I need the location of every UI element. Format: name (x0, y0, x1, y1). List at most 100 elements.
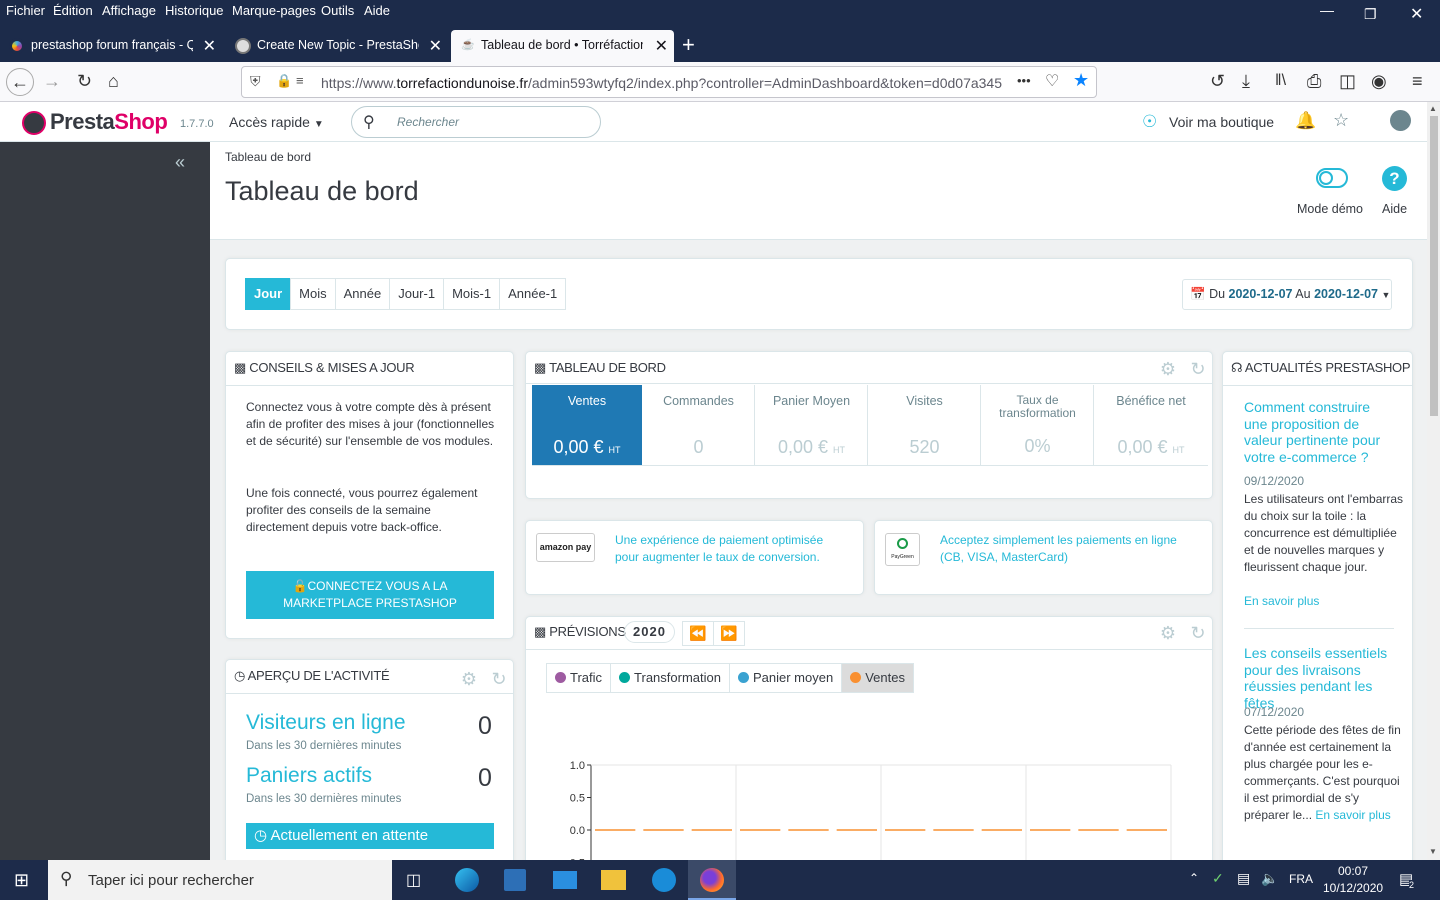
permissions-icon[interactable]: ≡ (296, 73, 304, 88)
reload-icon[interactable]: ↻ (77, 71, 92, 91)
app-icon[interactable] (652, 868, 676, 892)
home-icon[interactable]: ⌂ (108, 71, 119, 91)
notifications-bell-icon[interactable]: 🔔 (1295, 111, 1316, 131)
legend-ventes[interactable]: Ventes (841, 663, 914, 693)
gear-icon[interactable]: ⚙ (458, 668, 480, 690)
gear-icon[interactable]: ⚙ (1157, 622, 1179, 644)
refresh-icon[interactable]: ↻ (1187, 622, 1209, 644)
taskbar-search-box[interactable]: ⚲ Taper ici pour rechercher (48, 860, 392, 900)
menu-historique[interactable]: Historique (165, 3, 224, 18)
url-bar[interactable]: ⛨ 🔒 ≡ https://www.torrefactiondunoise.fr… (241, 66, 1097, 98)
scrollbar-thumb[interactable] (1430, 116, 1438, 416)
file-explorer-icon[interactable] (601, 870, 626, 890)
store-icon[interactable] (504, 869, 526, 891)
bookmark-star-icon[interactable]: ★ (1073, 70, 1089, 91)
date-range-picker[interactable]: 📅 Du 2020-12-07 Au 2020-12-07 ▼ (1182, 279, 1392, 310)
mail-icon[interactable] (553, 871, 577, 889)
security-tray-icon[interactable]: ✓ (1212, 870, 1224, 887)
task-view-icon[interactable]: ◫ (406, 870, 421, 890)
kpi-ventes[interactable]: Ventes 0,00 € HT (532, 385, 642, 465)
paygreen-text[interactable]: Acceptez simplement les paiements en lig… (940, 532, 1180, 566)
view-shop-link[interactable]: Voir ma boutique (1169, 114, 1274, 130)
employee-avatar-icon[interactable] (1390, 110, 1411, 131)
pending-section-header[interactable]: ◷ Actuellement en attente (246, 823, 494, 849)
period-button-mois[interactable]: Mois (290, 278, 336, 310)
tab-tableau-de-bord[interactable]: ☕ Tableau de bord • Torréfaction D ✕ (451, 30, 674, 62)
clock-date[interactable]: 10/12/2020 (1323, 881, 1383, 895)
edge-icon[interactable] (455, 868, 479, 892)
kpi-commandes[interactable]: Commandes 0 (643, 385, 755, 465)
clock-time[interactable]: 00:07 (1338, 864, 1368, 878)
quick-access-dropdown[interactable]: Accès rapide ▼ (229, 114, 324, 130)
gear-icon[interactable]: ⚙ (1157, 358, 1179, 380)
tab-prestashop-forum[interactable]: prestashop forum français - Qu ✕ (0, 30, 222, 62)
refresh-icon[interactable]: ↻ (1187, 358, 1209, 380)
paygreen-promo[interactable]: PayGreen Acceptez simplement les paiemen… (874, 520, 1213, 595)
legend-transformation[interactable]: Transformation (610, 663, 730, 693)
legend-trafic[interactable]: Trafic (546, 663, 612, 693)
close-tab-icon[interactable]: ✕ (203, 36, 216, 56)
firefox-taskbar-button[interactable] (688, 860, 736, 900)
close-window-icon[interactable]: ✕ (1410, 4, 1423, 24)
shield-icon[interactable]: ⛨ (250, 73, 261, 90)
history-icon[interactable]: ↺ (1210, 71, 1225, 91)
hamburger-menu-icon[interactable]: ≡ (1412, 71, 1423, 91)
url-text[interactable]: https://www.torrefactiondunoise.fr/admin… (321, 75, 1011, 91)
menu-fichier[interactable]: Fichier (6, 3, 45, 18)
collapse-sidebar-icon[interactable]: « (175, 152, 185, 173)
demo-mode-label[interactable]: Mode démo (1297, 202, 1363, 216)
scroll-down-icon[interactable]: ▼ (1429, 847, 1437, 856)
refresh-icon[interactable]: ↻ (488, 668, 510, 690)
lock-icon[interactable]: 🔒 (276, 73, 292, 89)
legend-panier-moyen[interactable]: Panier moyen (728, 663, 843, 693)
news-item-title[interactable]: Les conseils essentiels pour des livrais… (1244, 645, 1394, 711)
next-year-icon[interactable]: ⏩ (713, 621, 745, 646)
pocket-icon[interactable]: ♡ (1045, 71, 1059, 91)
scroll-up-icon[interactable]: ▲ (1429, 104, 1437, 113)
restore-icon[interactable]: ❐ (1364, 6, 1377, 23)
prestashop-logo-text[interactable]: PrestaShop (50, 109, 168, 135)
kpi-visites[interactable]: Visites 520 (869, 385, 981, 465)
period-button-jour-1[interactable]: Jour-1 (389, 278, 445, 310)
period-button-annee[interactable]: Année (334, 278, 391, 310)
kpi-panier-moyen[interactable]: Panier Moyen 0,00 € HT (756, 385, 868, 465)
amazon-pay-text[interactable]: Une expérience de paiement optimisée pou… (615, 532, 845, 566)
period-button-jour[interactable]: Jour (245, 278, 292, 310)
page-actions-icon[interactable]: ••• (1017, 73, 1031, 88)
close-tab-icon[interactable]: ✕ (429, 36, 442, 56)
minimize-icon[interactable]: — (1320, 2, 1334, 18)
volume-icon[interactable]: 🔈 (1261, 870, 1278, 887)
print-icon[interactable]: ⎙ (1307, 71, 1321, 91)
connect-marketplace-button[interactable]: 🔓CONNECTEZ VOUS A LA MARKETPLACE PRESTAS… (246, 571, 494, 619)
close-tab-icon[interactable]: ✕ (655, 36, 668, 56)
kpi-taux-transformation[interactable]: Taux de transformation 0% (982, 385, 1094, 465)
active-carts-link[interactable]: Paniers actifs (246, 764, 372, 788)
forward-icon[interactable]: → (43, 71, 61, 91)
download-icon[interactable]: ⤓ (1242, 71, 1250, 91)
menu-edition[interactable]: Édition (53, 3, 93, 18)
page-scrollbar[interactable]: ▲ ▼ (1427, 102, 1440, 860)
period-button-annee-1[interactable]: Année-1 (499, 278, 567, 310)
news-read-more-link[interactable]: En savoir plus (1244, 594, 1319, 608)
menu-aide[interactable]: Aide (364, 3, 390, 18)
library-icon[interactable]: ‖\ (1275, 71, 1286, 91)
prestashop-logo-icon[interactable] (22, 111, 46, 135)
news-item-title[interactable]: Comment construire une proposition de va… (1244, 399, 1394, 465)
tab-create-topic[interactable]: Create New Topic - PrestaShop ✕ (226, 30, 448, 62)
breadcrumb[interactable]: Tableau de bord (225, 150, 311, 164)
account-icon[interactable]: ◉ (1371, 71, 1387, 91)
amazon-pay-promo[interactable]: amazon pay Une expérience de paiement op… (525, 520, 864, 595)
news-read-more-link[interactable]: En savoir plus (1315, 808, 1390, 822)
demo-mode-toggle-icon[interactable] (1316, 168, 1348, 188)
input-language[interactable]: FRA (1289, 872, 1313, 886)
network-icon[interactable]: ▤ (1237, 870, 1250, 887)
menu-affichage[interactable]: Affichage (102, 3, 156, 18)
help-label[interactable]: Aide (1382, 202, 1407, 216)
previous-year-icon[interactable]: ⏪ (682, 621, 714, 646)
menu-outils[interactable]: Outils (321, 3, 354, 18)
trophy-icon[interactable]: ☆ (1333, 110, 1349, 131)
windows-start-icon[interactable]: ⊞ (14, 870, 29, 891)
sidebar-toggle-icon[interactable]: ◫ (1339, 71, 1356, 91)
admin-search-input[interactable]: ⚲ Rechercher (351, 106, 601, 138)
new-tab-icon[interactable]: + (682, 32, 695, 58)
